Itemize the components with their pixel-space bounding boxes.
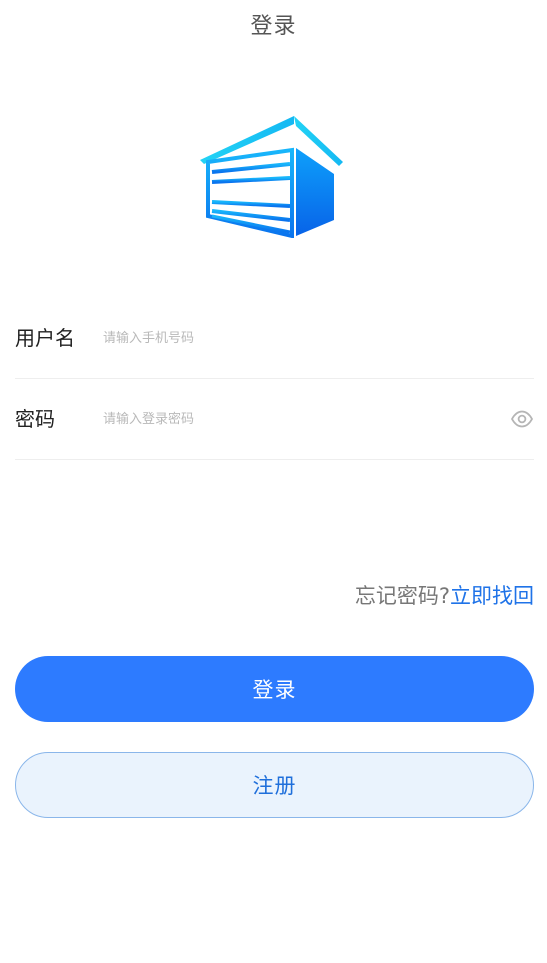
password-row: 密码 — [15, 379, 534, 460]
recover-password-link[interactable]: 立即找回 — [450, 584, 534, 608]
page-title: 登录 — [250, 14, 297, 39]
register-button[interactable]: 注册 — [15, 752, 534, 818]
password-label: 密码 — [15, 407, 55, 431]
username-input[interactable] — [103, 322, 483, 354]
forgot-password: 忘记密码?立即找回 — [355, 580, 534, 610]
password-input[interactable] — [103, 403, 483, 435]
login-button[interactable]: 登录 — [15, 656, 534, 722]
top-bar: 登录 — [0, 0, 547, 48]
eye-icon[interactable] — [510, 407, 534, 431]
username-row: 用户名 — [15, 298, 534, 379]
username-label: 用户名 — [15, 326, 75, 350]
warehouse-icon — [200, 116, 343, 238]
forgot-password-text: 忘记密码? — [354, 584, 450, 608]
